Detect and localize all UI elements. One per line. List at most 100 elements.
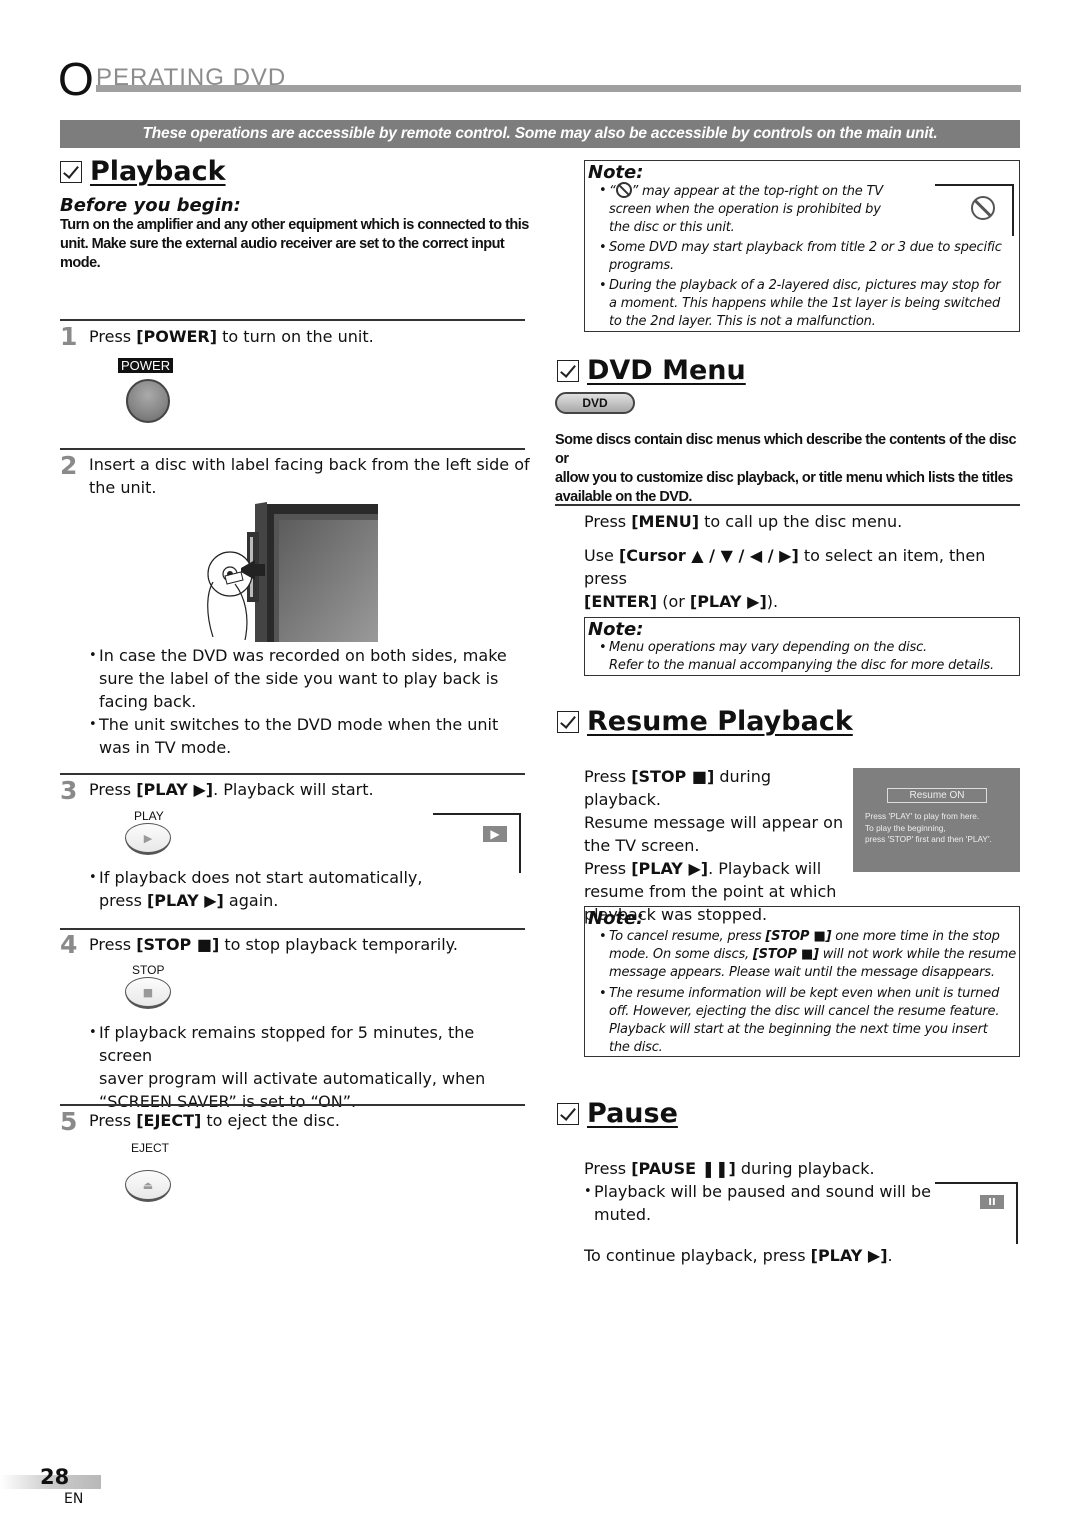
note-heading: Note: <box>588 162 644 183</box>
step-number: 4 <box>60 930 78 959</box>
text-line: To cancel resume, press [STOP ■] one mor… <box>609 929 1000 944</box>
text-line: was in TV mode. <box>99 738 232 757</box>
text-line: The resume information will be kept even… <box>609 986 1000 1001</box>
text-line: To play the beginning, <box>865 822 946 833</box>
before-you-begin-heading: Before you begin: <box>60 195 241 216</box>
power-button-icon <box>126 379 170 423</box>
note-box-menu: Note: Menu operations may vary depending… <box>584 617 1020 676</box>
text-line: press 'STOP' first and then 'PLAY'. <box>865 834 992 844</box>
step-number: 1 <box>60 322 78 351</box>
text-line: saver program will activate automaticall… <box>99 1069 486 1088</box>
text-line: facing back. <box>99 692 197 711</box>
step-1-text: Press [POWER] to turn on the unit. <box>89 327 374 346</box>
step-3-bullet: If playback does not start automatically… <box>89 866 422 912</box>
divider <box>60 448 525 450</box>
text-line: Press 'PLAY' to play from here. <box>865 811 980 821</box>
text-line: In case the DVD was recorded on both sid… <box>99 646 507 665</box>
pause-heading: Pause <box>557 1098 678 1130</box>
text-line: Playback will start at the beginning the… <box>609 1022 988 1037</box>
title-underline <box>96 85 1021 92</box>
text-line: off. However, ejecting the disc will can… <box>609 1004 1000 1019</box>
text-line: Press [PAUSE ❚❚] during playback. <box>584 1159 875 1178</box>
dvd-menu-step-2: Use [Cursor ▲ / ▼ / ◀ / ▶] to select an … <box>584 544 1024 613</box>
text-line: Press [PLAY ▶]. Playback will <box>584 859 822 878</box>
text-line: If playback does not start automatically… <box>99 868 423 887</box>
resume-on-box: Resume ON <box>887 788 987 803</box>
divider <box>60 1104 525 1106</box>
tv-screen-corner <box>433 813 521 873</box>
step-3-text: Press [PLAY ▶]. Playback will start. <box>89 780 374 799</box>
play-button-icon: ▶ <box>125 823 171 855</box>
checkbox-icon <box>557 1103 579 1125</box>
note-box-resume: Note: To cancel resume, press [STOP ■] o… <box>584 906 1020 1057</box>
text-line: resume from the point at which <box>584 882 837 901</box>
note-item: Menu operations may vary depending on th… <box>599 639 994 675</box>
bullet-item: In case the DVD was recorded on both sid… <box>89 644 529 713</box>
text-line: the TV screen. <box>584 836 700 855</box>
bullet-item: The resume information will be kept even… <box>599 985 1019 1057</box>
before-you-begin-text: Turn on the amplifier and any other equi… <box>60 216 530 273</box>
dvd-menu-description: Some discs contain disc menus which desc… <box>555 431 1025 507</box>
text-line: programs. <box>609 258 674 273</box>
power-button-label: POWER <box>118 358 174 373</box>
pause-title: Pause <box>587 1098 678 1129</box>
playback-title: Playback <box>90 156 226 187</box>
text-line: mode. <box>60 255 101 271</box>
bullet-item: The unit switches to the DVD mode when t… <box>89 713 529 759</box>
dvd-menu-heading: DVD Menu <box>557 355 746 387</box>
text-line: to the 2nd layer. This is not a malfunct… <box>609 314 876 329</box>
step-number: 2 <box>60 451 78 480</box>
pause-osd-icon: II <box>980 1195 1004 1209</box>
text-line: the unit. <box>89 478 157 497</box>
text-line: “” may appear at the top-right on the TV <box>609 182 883 199</box>
playback-heading: Playback <box>60 156 226 188</box>
text-line: Use [Cursor ▲ / ▼ / ◀ / ▶] to select an … <box>584 546 986 588</box>
step-4-bullet: If playback remains stopped for 5 minute… <box>89 1021 529 1113</box>
eject-button-label: EJECT <box>131 1141 170 1155</box>
remote-banner: These operations are accessible by remot… <box>60 120 1020 148</box>
text-line: message appears. Please wait until the m… <box>609 965 995 980</box>
note-heading: Note: <box>588 908 644 929</box>
bullet-item: During the playback of a 2-layered disc,… <box>599 277 1019 331</box>
text-line: the disc. <box>609 1040 663 1055</box>
note-item: “” may appear at the top-right on the TV… <box>599 182 929 237</box>
text-line: Insert a disc with label facing back fro… <box>89 455 530 474</box>
resume-title: Resume Playback <box>587 706 853 737</box>
text-line: mode. On some discs, [STOP ■] will not w… <box>609 947 1017 962</box>
step-2-text: Insert a disc with label facing back fro… <box>89 453 530 499</box>
text-line: Some discs contain disc menus which desc… <box>555 432 1017 467</box>
text-line: Resume message will appear on <box>584 813 844 832</box>
text-line: unit. Make sure the external audio recei… <box>60 236 505 252</box>
text-line: Some DVD may start playback from title 2… <box>609 240 1002 255</box>
checkbox-icon <box>557 360 579 382</box>
bullet-item: If playback does not start automatically… <box>89 866 422 912</box>
resume-text: Press [STOP ■] during playback. Resume m… <box>584 765 849 926</box>
bullet-item: If playback remains stopped for 5 minute… <box>89 1021 529 1113</box>
prohibited-icon <box>615 182 632 198</box>
bullet-item: Playback will be paused and sound will b… <box>584 1180 934 1226</box>
step-number: 5 <box>60 1107 78 1136</box>
note-box-prohibited: Note: “” may appear at the top-right on … <box>584 160 1020 332</box>
resume-osd-screen: Resume ON Press 'PLAY' to play from here… <box>853 768 1020 872</box>
divider <box>555 504 1020 506</box>
note-heading: Note: <box>588 619 644 640</box>
step-4-text: Press [STOP ■] to stop playback temporar… <box>89 935 458 954</box>
note-items: To cancel resume, press [STOP ■] one mor… <box>599 928 1019 1057</box>
pause-continue-text: To continue playback, press [PLAY ▶]. <box>584 1246 893 1265</box>
disc-insert-illustration <box>205 502 380 642</box>
step-5-text: Press [EJECT] to eject the disc. <box>89 1111 340 1130</box>
text-line: If playback remains stopped for 5 minute… <box>99 1023 475 1065</box>
text-line: a moment. This happens while the 1st lay… <box>609 296 1000 311</box>
section-title-initial: O <box>58 53 94 105</box>
tv-screen-corner <box>935 1182 1018 1244</box>
divider <box>60 319 525 321</box>
text-line: allow you to customize disc playback, or… <box>555 470 1013 486</box>
prohibited-osd-icon <box>971 196 995 220</box>
divider <box>60 773 525 775</box>
step-2-bullets: In case the DVD was recorded on both sid… <box>89 644 529 759</box>
step-number: 3 <box>60 776 78 805</box>
note-items: Some DVD may start playback from title 2… <box>599 239 1019 331</box>
stop-button-label: STOP <box>132 963 165 977</box>
text-line: Playback will be paused and sound will b… <box>594 1182 931 1201</box>
text-line: [ENTER] (or [PLAY ▶]). <box>584 592 779 611</box>
